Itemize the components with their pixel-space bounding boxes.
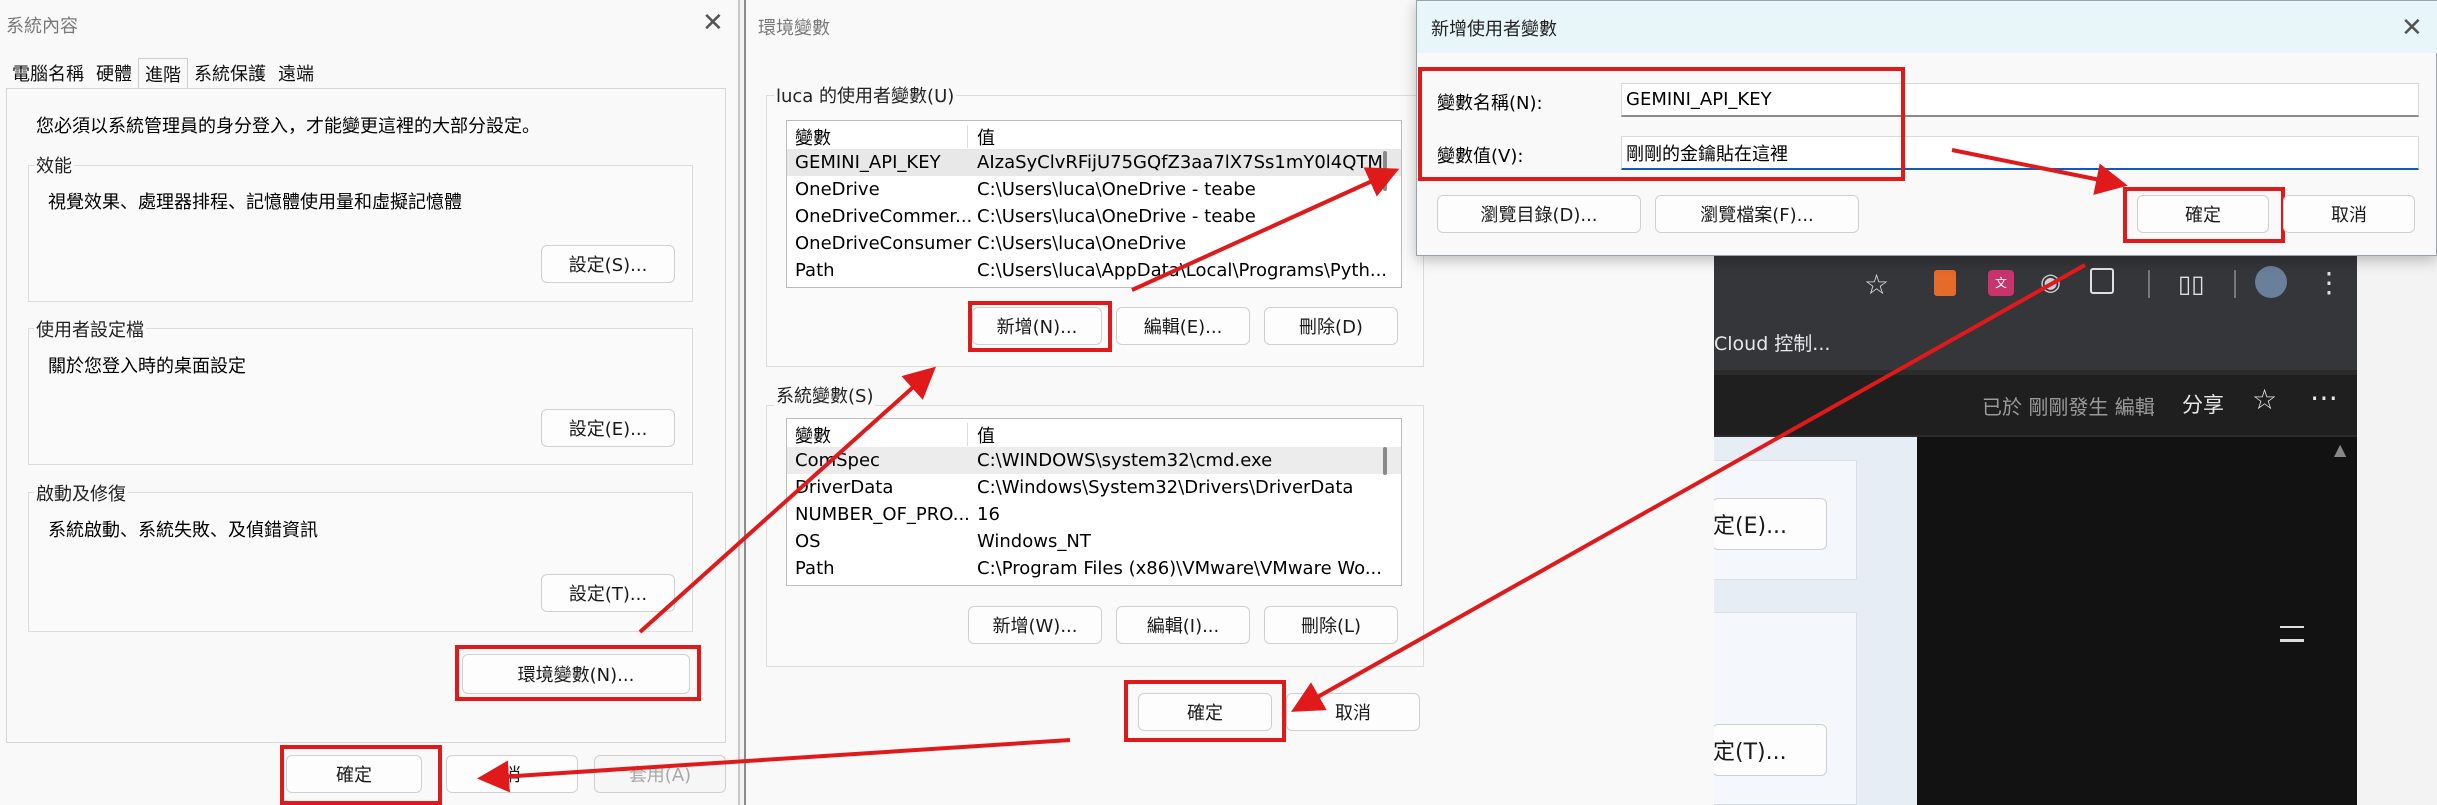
arrow-env-ok-to-sys-ok [477, 738, 1071, 793]
arrow-dialog-ok-to-env-ok [1291, 263, 2086, 712]
annotation-arrows [477, 148, 2128, 793]
arrow-value-to-ok [1951, 148, 2128, 195]
arrow-env-to-new [638, 366, 936, 634]
arrow-new-to-value [1131, 167, 1400, 292]
